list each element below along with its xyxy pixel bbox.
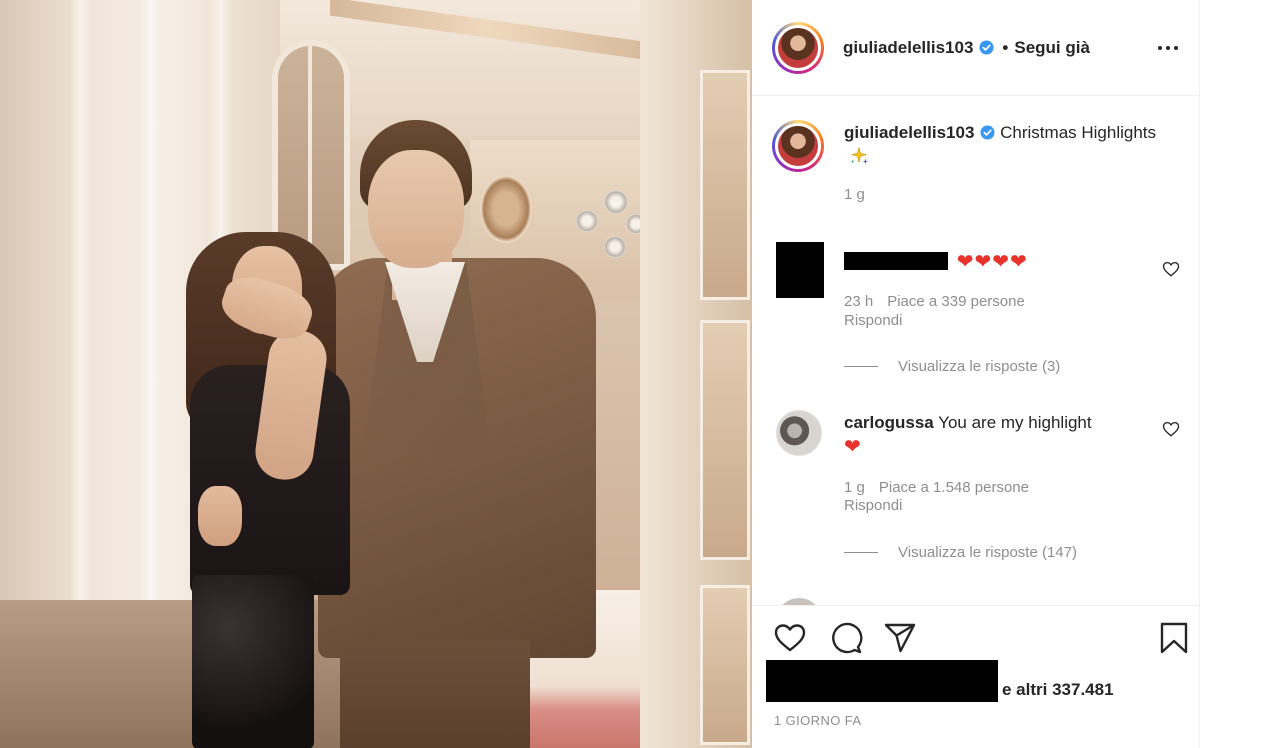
comment-hearts: ❤ [844,436,861,458]
comment-reply-button[interactable]: Rispondi [844,497,902,514]
photo-cabinet-pane [700,70,750,300]
paper-plane-icon[interactable] [882,620,918,656]
caption: giuliadelellis103 Christmas Highlights 1… [772,120,1182,203]
comment-username[interactable]: carlogussa [844,413,934,432]
post-header: giuliadelellis103 • Segui già [752,0,1200,96]
verified-badge-icon [980,125,995,140]
post-detail-panel: giuliadelellis103 • Segui già giuliadele… [752,0,1200,748]
comment-hearts: ❤❤❤❤ [956,251,1028,273]
photo-woman-skirt [192,575,314,748]
comment-body: ❤❤❤❤ [844,250,1154,275]
comment-text: You are my highlight [938,413,1092,432]
view-replies-label: Visualizza le risposte (3) [898,358,1061,375]
comment-likes[interactable]: Piace a 339 persone [887,293,1025,310]
photo-cabinet-pane [700,585,750,745]
sparkles-icon [850,146,869,165]
caption-avatar[interactable] [772,120,824,172]
photo-man-legs [340,640,530,748]
follow-status-button[interactable]: Segui già [1014,38,1090,58]
comment-username-redacted[interactable] [844,252,948,270]
view-replies-line [844,366,878,367]
comment-reply-button[interactable]: Rispondi [844,312,902,329]
comment-bubble-icon[interactable] [828,620,864,656]
likes-redacted-names[interactable] [766,660,998,702]
more-options-icon[interactable] [1156,36,1180,60]
follow-separator: • [1002,37,1009,57]
photo-wall-plate [604,236,626,258]
photo-window-bar [308,44,312,266]
comment-likes[interactable]: Piace a 1.548 persone [879,479,1029,496]
post-photo[interactable] [0,0,752,748]
comment-avatar[interactable] [776,410,822,456]
caption-body: Christmas Highlights [1000,123,1157,142]
comment-meta: 1 g Piace a 1.548 persone [844,479,1043,496]
likes-count[interactable]: e altri 337.481 [1002,680,1114,700]
author-avatar[interactable] [772,21,824,74]
photo-wall-plate [576,210,598,232]
comment-body: carlogussa You are my highlight ❤ [844,410,1154,460]
author-username[interactable]: giuliadelellis103 [843,38,973,58]
photo-man-face [368,150,464,268]
photo-cabinet-pane [700,320,750,560]
page-background [1200,0,1280,748]
comment-like-heart-icon[interactable] [1162,420,1180,438]
comment-time[interactable]: 1 g [844,479,865,496]
bookmark-icon[interactable] [1156,620,1192,656]
comment-time[interactable]: 23 h [844,293,873,310]
verified-badge-icon [979,40,994,55]
photo-wall-portrait [480,175,532,243]
comment-meta: 23 h Piace a 339 persone [844,293,1039,310]
photo-wall-plate [604,190,628,214]
view-replies-button[interactable]: Visualizza le risposte (147) [844,544,1077,561]
caption-timestamp[interactable]: 1 g [844,186,1182,203]
view-replies-button[interactable]: Visualizza le risposte (3) [844,358,1060,375]
view-replies-line [844,552,878,553]
heart-outline-icon[interactable] [772,620,808,656]
view-replies-label: Visualizza le risposte (147) [898,544,1077,561]
caption-username[interactable]: giuliadelellis103 [844,123,974,142]
comment-like-heart-icon[interactable] [1162,260,1180,278]
comment-avatar-redacted[interactable] [776,242,824,298]
likes-summary: e altri 337.481 [766,660,1186,704]
photo-man-hand [198,486,242,546]
post-actions: e altri 337.481 1 GIORNO FA [752,605,1200,748]
post-date[interactable]: 1 GIORNO FA [774,713,861,728]
caption-text: giuliadelellis103 Christmas Highlights [844,120,1164,172]
